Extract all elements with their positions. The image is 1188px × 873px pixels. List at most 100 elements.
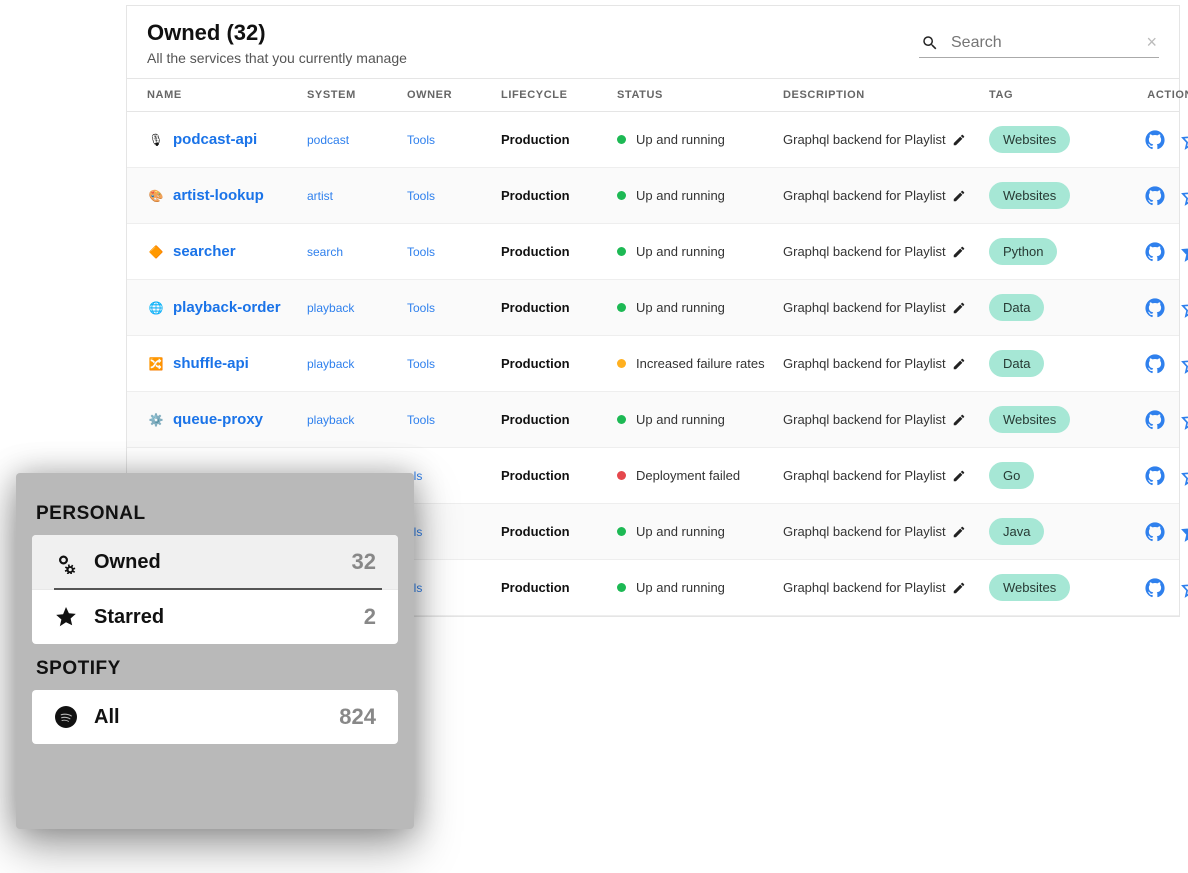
tag-pill[interactable]: Websites bbox=[989, 126, 1070, 153]
lifecycle-value: Production bbox=[501, 300, 617, 315]
col-owner[interactable]: OWNER bbox=[407, 89, 501, 101]
edit-icon[interactable] bbox=[952, 469, 966, 483]
service-link[interactable]: artist-lookup bbox=[173, 187, 264, 204]
tag-pill[interactable]: Websites bbox=[989, 182, 1070, 209]
service-link[interactable]: queue-proxy bbox=[173, 411, 263, 428]
status-text: Up and running bbox=[636, 188, 725, 203]
edit-icon[interactable] bbox=[952, 245, 966, 259]
scope-item-label: Starred bbox=[94, 606, 348, 629]
owner-link[interactable]: Tools bbox=[407, 413, 435, 427]
github-icon[interactable] bbox=[1145, 298, 1165, 318]
github-icon[interactable] bbox=[1145, 578, 1165, 598]
service-icon: 🔶 bbox=[147, 243, 165, 261]
description-text: Graphql backend for Playlist bbox=[783, 188, 946, 203]
github-icon[interactable] bbox=[1145, 242, 1165, 262]
system-link[interactable]: artist bbox=[307, 189, 333, 203]
edit-icon[interactable] bbox=[952, 357, 966, 371]
tag-pill[interactable]: Python bbox=[989, 238, 1057, 265]
status-text: Up and running bbox=[636, 580, 725, 595]
edit-icon[interactable] bbox=[952, 301, 966, 315]
row-actions bbox=[1113, 522, 1188, 542]
description-text: Graphql backend for Playlist bbox=[783, 524, 946, 539]
status-dot bbox=[617, 191, 626, 200]
star-icon[interactable] bbox=[1181, 522, 1188, 542]
star-icon[interactable] bbox=[1181, 354, 1188, 374]
owner-link[interactable]: Tools bbox=[407, 245, 435, 259]
star-icon[interactable] bbox=[1181, 130, 1188, 150]
col-status[interactable]: STATUS bbox=[617, 89, 783, 101]
system-link[interactable]: playback bbox=[307, 301, 354, 315]
system-link[interactable]: podcast bbox=[307, 133, 349, 147]
description-text: Graphql backend for Playlist bbox=[783, 356, 946, 371]
service-icon: ⚙️ bbox=[147, 411, 165, 429]
tag-pill[interactable]: Java bbox=[989, 518, 1044, 545]
description-text: Graphql backend for Playlist bbox=[783, 580, 946, 595]
star-icon[interactable] bbox=[1181, 578, 1188, 598]
col-system[interactable]: SYSTEM bbox=[307, 89, 407, 101]
system-link[interactable]: playback bbox=[307, 357, 354, 371]
table-row: ⚙️queue-proxyplaybackToolsProductionUp a… bbox=[127, 392, 1179, 448]
owner-link[interactable]: Tools bbox=[407, 133, 435, 147]
col-name[interactable]: NAME bbox=[147, 89, 307, 101]
service-link[interactable]: shuffle-api bbox=[173, 355, 249, 372]
tag-pill[interactable]: Websites bbox=[989, 406, 1070, 433]
star-icon[interactable] bbox=[1181, 410, 1188, 430]
status-dot bbox=[617, 415, 626, 424]
edit-icon[interactable] bbox=[952, 133, 966, 147]
github-icon[interactable] bbox=[1145, 130, 1165, 150]
service-link[interactable]: podcast-api bbox=[173, 131, 257, 148]
tag-pill[interactable]: Websites bbox=[989, 574, 1070, 601]
lifecycle-value: Production bbox=[501, 132, 617, 147]
owner-link[interactable]: Tools bbox=[407, 189, 435, 203]
lifecycle-value: Production bbox=[501, 580, 617, 595]
col-description[interactable]: DESCRIPTION bbox=[783, 89, 989, 101]
github-icon[interactable] bbox=[1145, 410, 1165, 430]
lifecycle-value: Production bbox=[501, 524, 617, 539]
github-icon[interactable] bbox=[1145, 186, 1165, 206]
row-actions bbox=[1113, 298, 1188, 318]
service-icon: 🎙 bbox=[147, 131, 165, 149]
edit-icon[interactable] bbox=[952, 413, 966, 427]
owner-link[interactable]: Tools bbox=[407, 301, 435, 315]
status-text: Deployment failed bbox=[636, 468, 740, 483]
owner-link[interactable]: Tools bbox=[407, 357, 435, 371]
edit-icon[interactable] bbox=[952, 525, 966, 539]
row-actions bbox=[1113, 186, 1188, 206]
edit-icon[interactable] bbox=[952, 189, 966, 203]
search-input[interactable] bbox=[949, 33, 1146, 53]
system-link[interactable]: search bbox=[307, 245, 343, 259]
star-icon[interactable] bbox=[1181, 466, 1188, 486]
service-link[interactable]: searcher bbox=[173, 243, 236, 260]
scope-item-owned[interactable]: Owned32 bbox=[32, 535, 398, 589]
github-icon[interactable] bbox=[1145, 466, 1165, 486]
star-icon bbox=[54, 605, 78, 629]
status-dot bbox=[617, 359, 626, 368]
lifecycle-value: Production bbox=[501, 412, 617, 427]
spotify-heading: SPOTIFY bbox=[36, 658, 398, 680]
github-icon[interactable] bbox=[1145, 354, 1165, 374]
search-field[interactable]: × bbox=[919, 28, 1159, 58]
system-link[interactable]: playback bbox=[307, 413, 354, 427]
tag-pill[interactable]: Data bbox=[989, 294, 1044, 321]
scope-item-all[interactable]: All824 bbox=[32, 690, 398, 744]
col-lifecycle[interactable]: LIFECYCLE bbox=[501, 89, 617, 101]
scope-item-starred[interactable]: Starred 2 bbox=[32, 589, 398, 644]
lifecycle-value: Production bbox=[501, 356, 617, 371]
status-dot bbox=[617, 135, 626, 144]
scope-item-count: 2 bbox=[364, 604, 376, 630]
status-dot bbox=[617, 247, 626, 256]
tag-pill[interactable]: Data bbox=[989, 350, 1044, 377]
service-link[interactable]: playback-order bbox=[173, 299, 281, 316]
search-icon bbox=[921, 34, 939, 52]
star-icon[interactable] bbox=[1181, 186, 1188, 206]
clear-icon[interactable]: × bbox=[1146, 32, 1157, 53]
table-row: 🎨artist-lookupartistToolsProductionUp an… bbox=[127, 168, 1179, 224]
github-icon[interactable] bbox=[1145, 522, 1165, 542]
scope-card: PERSONAL Owned32Starred2 SPOTIFY All824 bbox=[16, 473, 414, 829]
star-icon[interactable] bbox=[1181, 298, 1188, 318]
col-tag[interactable]: TAG bbox=[989, 89, 1113, 101]
page-title: Owned (32) bbox=[147, 20, 407, 46]
edit-icon[interactable] bbox=[952, 581, 966, 595]
tag-pill[interactable]: Go bbox=[989, 462, 1034, 489]
star-icon[interactable] bbox=[1181, 242, 1188, 262]
